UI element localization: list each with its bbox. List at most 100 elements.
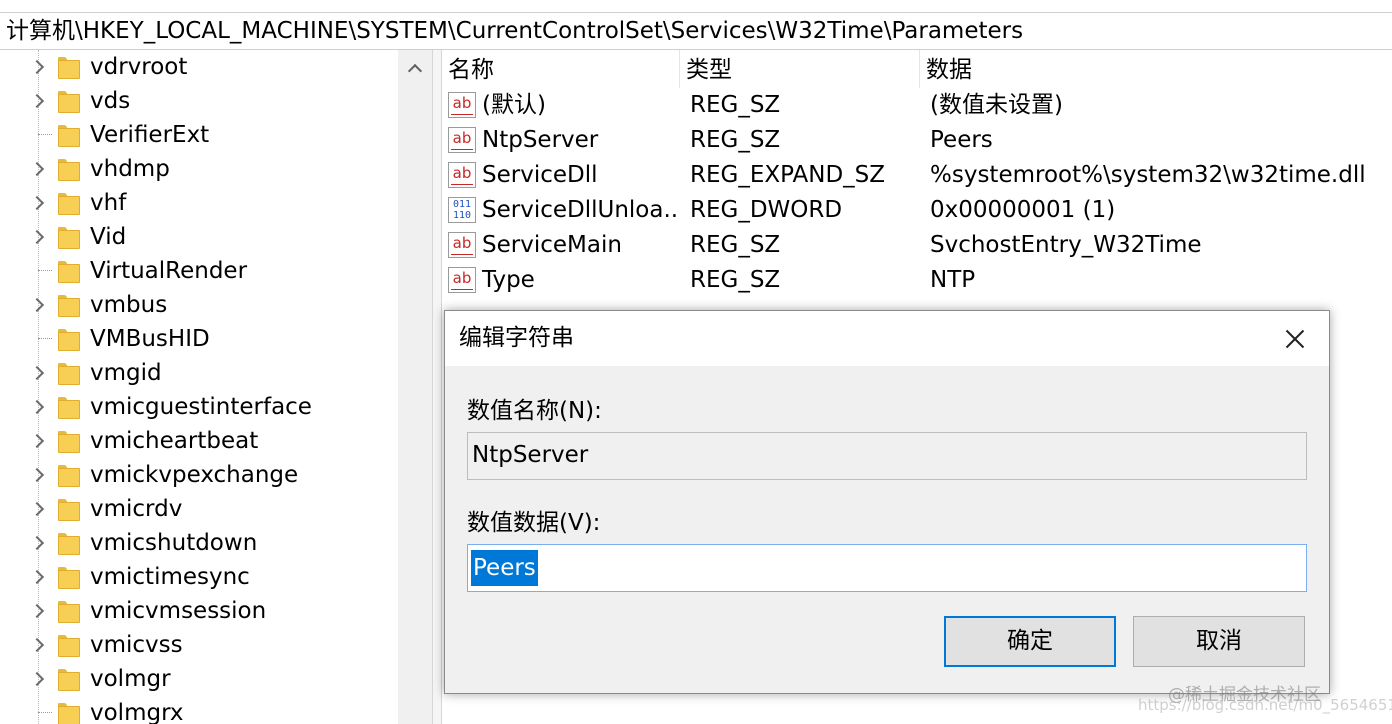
list-header: 名称 类型 数据	[442, 50, 1392, 88]
folder-icon	[58, 635, 80, 657]
tree-item[interactable]: VirtualRender	[0, 254, 398, 288]
list-row[interactable]: ab NtpServer REG_SZ Peers	[442, 123, 1392, 158]
folder-icon	[58, 57, 80, 79]
string-value-icon: ab	[448, 232, 476, 258]
string-value-icon: ab	[448, 127, 476, 153]
tree-item[interactable]: volmgrx	[0, 696, 398, 724]
chevron-right-icon[interactable]	[30, 424, 46, 458]
chevron-right-icon[interactable]	[30, 492, 46, 526]
list-row[interactable]: ab ServiceMain REG_SZ SvchostEntry_W32Time	[442, 228, 1392, 263]
folder-icon	[58, 533, 80, 555]
chevron-right-icon[interactable]	[30, 220, 46, 254]
tree-item[interactable]: vmickvpexchange	[0, 458, 398, 492]
tree-item[interactable]: volmgr	[0, 662, 398, 696]
column-header-type[interactable]: 类型	[680, 50, 920, 88]
cell-data: 0x00000001 (1)	[930, 197, 1116, 223]
list-row[interactable]: 011 110 ServiceDllUnloa... REG_DWORD 0x0000…	[442, 193, 1392, 228]
menu-bar	[0, 0, 1392, 8]
tree-item[interactable]: vmictimesync	[0, 560, 398, 594]
list-row[interactable]: ab (默认) REG_SZ (数值未设置)	[442, 88, 1392, 123]
ok-button[interactable]: 确定	[944, 616, 1116, 667]
tree-item[interactable]: vhf	[0, 186, 398, 220]
folder-icon	[58, 669, 80, 691]
dialog-title: 编辑字符串	[459, 325, 574, 351]
tree-scrollbar[interactable]	[398, 50, 432, 724]
scroll-up-arrow-icon[interactable]	[398, 50, 432, 84]
tree-item[interactable]: vmicvmsession	[0, 594, 398, 628]
tree-connector	[38, 134, 52, 135]
scroll-thumb[interactable]	[400, 86, 430, 724]
chevron-right-icon[interactable]	[30, 356, 46, 390]
cell-type: REG_SZ	[690, 127, 781, 153]
tree-item[interactable]: vmicguestinterface	[0, 390, 398, 424]
cancel-button[interactable]: 取消	[1133, 616, 1305, 667]
watermark: @稀土掘金技术社区 https://blog.csdn.net/m0_56546…	[1138, 680, 1392, 720]
tree-item[interactable]: vmicrdv	[0, 492, 398, 526]
chevron-right-icon[interactable]	[30, 84, 46, 118]
chevron-right-icon[interactable]	[30, 662, 46, 696]
tree-item[interactable]: vdrvroot	[0, 50, 398, 84]
tree-connector	[38, 270, 52, 271]
tree-item[interactable]: vhdmp	[0, 152, 398, 186]
menu-file[interactable]	[0, 0, 13, 8]
chevron-right-icon[interactable]	[30, 50, 46, 84]
cell-data: %systemroot%\system32\w32time.dll	[930, 162, 1366, 188]
tree-item[interactable]: vmicheartbeat	[0, 424, 398, 458]
folder-icon	[58, 91, 80, 113]
folder-icon	[58, 295, 80, 317]
folder-icon	[58, 125, 80, 147]
chevron-right-icon[interactable]	[30, 594, 46, 628]
folder-icon	[58, 397, 80, 419]
column-header-data[interactable]: 数据	[920, 50, 1392, 88]
value-name-field: NtpServer	[467, 432, 1307, 480]
folder-icon	[58, 159, 80, 181]
tree-item-label: vmicvmsession	[90, 598, 267, 624]
address-bar[interactable]: 计算机\HKEY_LOCAL_MACHINE\SYSTEM\CurrentCon…	[0, 12, 1392, 50]
binary-value-icon: 011 110	[448, 197, 476, 223]
edit-string-dialog: 编辑字符串 数值名称(N): NtpServer 数值数据(V): Peers …	[444, 310, 1330, 694]
pane-splitter[interactable]	[432, 50, 442, 724]
close-icon[interactable]	[1259, 311, 1329, 366]
chevron-right-icon[interactable]	[30, 186, 46, 220]
folder-icon	[58, 363, 80, 385]
tree-item-label: vhdmp	[90, 156, 170, 182]
tree-item[interactable]: vmgid	[0, 356, 398, 390]
folder-icon	[58, 601, 80, 623]
string-value-icon: ab	[448, 92, 476, 118]
tree-item-label: VerifierExt	[90, 122, 210, 148]
tree-item-label: VirtualRender	[90, 258, 248, 284]
dialog-titlebar[interactable]: 编辑字符串	[445, 311, 1329, 366]
folder-icon	[58, 431, 80, 453]
chevron-right-icon[interactable]	[30, 288, 46, 322]
chevron-right-icon[interactable]	[30, 390, 46, 424]
folder-icon	[58, 329, 80, 351]
watermark-line2: https://blog.csdn.net/m0_56546516	[1138, 696, 1392, 714]
folder-icon	[58, 227, 80, 249]
chevron-right-icon[interactable]	[30, 560, 46, 594]
cell-type: REG_DWORD	[690, 197, 843, 223]
cell-data: NTP	[930, 267, 976, 293]
tree-item-label: volmgr	[90, 666, 171, 692]
column-header-name[interactable]: 名称	[442, 50, 680, 88]
list-row[interactable]: ab Type REG_SZ NTP	[442, 263, 1392, 298]
value-data-input[interactable]: Peers	[467, 544, 1307, 592]
tree-item[interactable]: vmbus	[0, 288, 398, 322]
tree-item-label: vmicheartbeat	[90, 428, 259, 454]
tree-item-label: vds	[90, 88, 131, 114]
list-row[interactable]: ab ServiceDll REG_EXPAND_SZ %systemroot%\sy…	[442, 158, 1392, 193]
chevron-right-icon[interactable]	[30, 152, 46, 186]
folder-icon	[58, 193, 80, 215]
tree-item[interactable]: VerifierExt	[0, 118, 398, 152]
tree-item[interactable]: vmicshutdown	[0, 526, 398, 560]
chevron-right-icon[interactable]	[30, 628, 46, 662]
chevron-right-icon[interactable]	[30, 526, 46, 560]
tree-item-label: Vid	[90, 224, 127, 250]
tree-item[interactable]: Vid	[0, 220, 398, 254]
tree-item[interactable]: vds	[0, 84, 398, 118]
tree-item[interactable]: VMBusHID	[0, 322, 398, 356]
tree-item-label: vhf	[90, 190, 127, 216]
chevron-right-icon[interactable]	[30, 458, 46, 492]
tree-item[interactable]: vmicvss	[0, 628, 398, 662]
cell-data: (数值未设置)	[930, 92, 1063, 118]
cell-type: REG_SZ	[690, 267, 781, 293]
